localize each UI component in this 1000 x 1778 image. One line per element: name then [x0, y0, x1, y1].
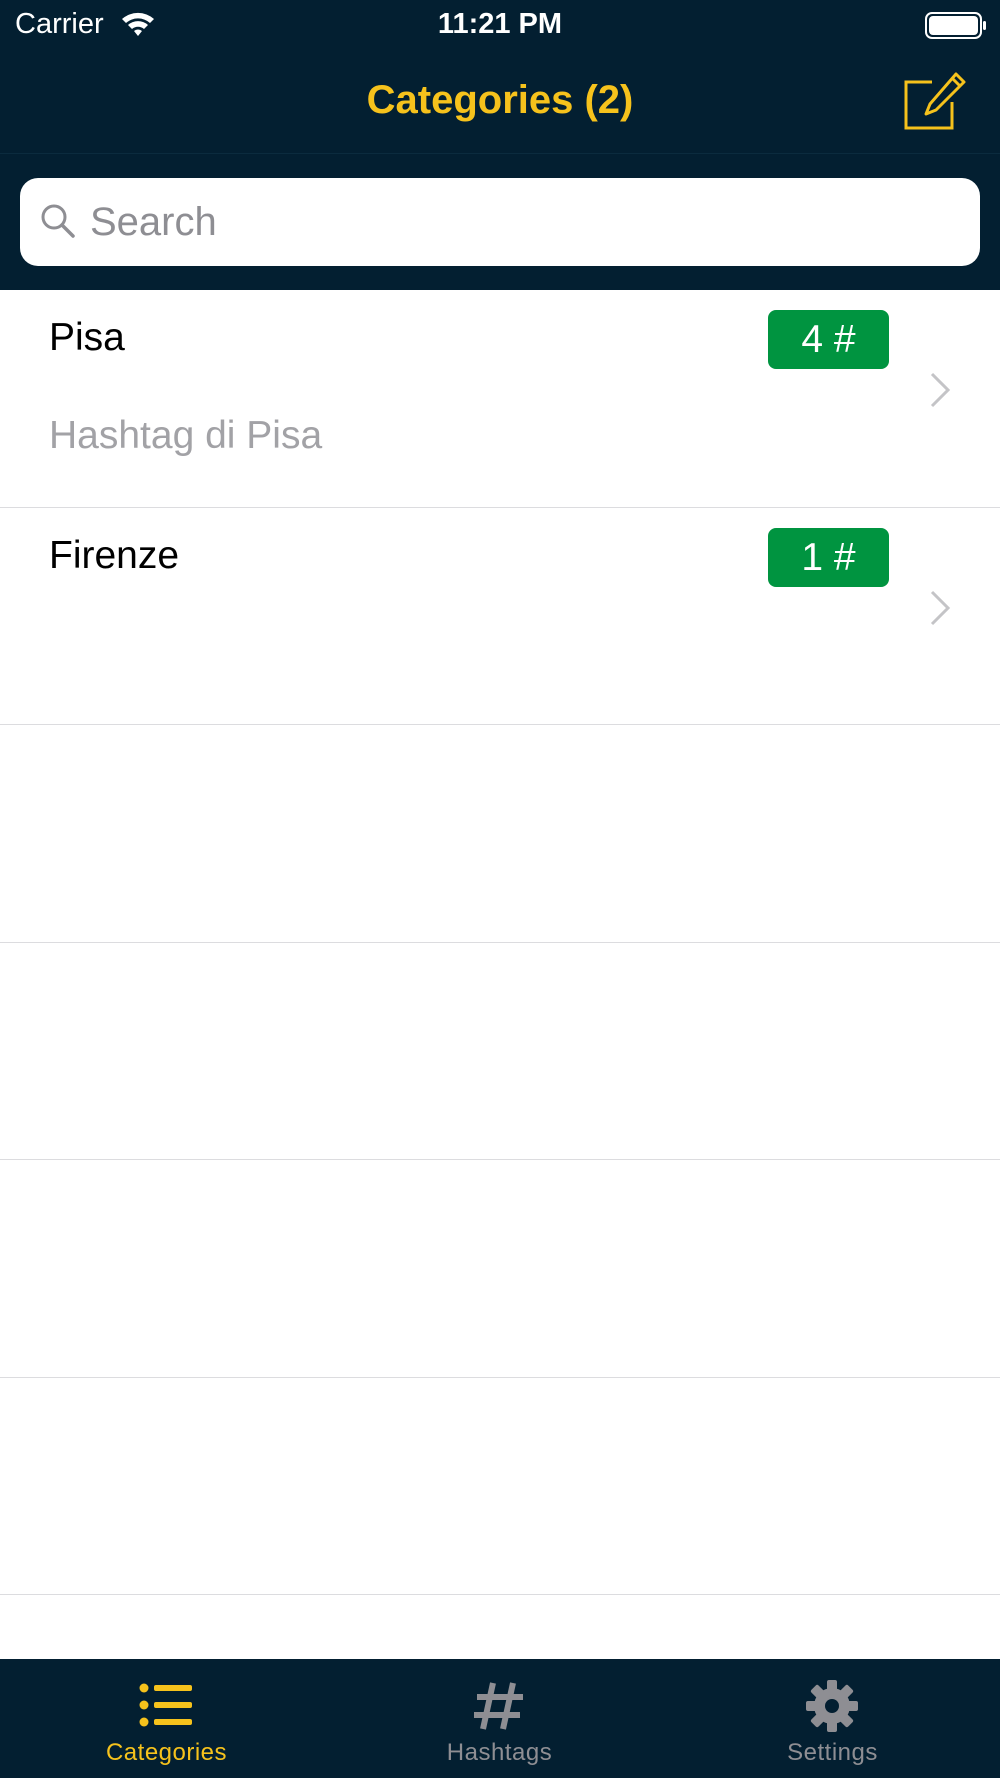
tab-hashtags[interactable]: Hashtags [333, 1659, 666, 1778]
category-description: Hashtag di Pisa [49, 414, 323, 457]
tab-label: Hashtags [446, 1739, 553, 1766]
empty-row [0, 1377, 1000, 1595]
hashtag-count-badge: 4 # [768, 310, 889, 369]
tab-settings[interactable]: Settings [666, 1659, 999, 1778]
search-input[interactable] [90, 178, 960, 266]
search-field[interactable] [20, 178, 980, 266]
empty-row [0, 725, 1000, 943]
empty-row [0, 942, 1000, 1160]
category-name: Firenze [49, 533, 180, 577]
category-list: Pisa Hashtag di Pisa 4 # Firenze 1 # [0, 290, 1000, 1595]
category-row-firenze[interactable]: Firenze 1 # [0, 507, 1000, 725]
navigation-bar: Categories (2) [0, 50, 1000, 154]
tab-label: Settings [787, 1739, 878, 1766]
category-name: Pisa [49, 316, 125, 359]
status-bar: Carrier 11:21 PM [0, 0, 1000, 50]
page-title: Categories (2) [366, 78, 634, 122]
chevron-right-icon [930, 372, 951, 408]
battery-icon [925, 12, 986, 39]
compose-button[interactable] [900, 68, 970, 138]
search-icon [41, 204, 75, 238]
hashtag-count-badge: 1 # [768, 527, 889, 587]
hashtag-icon [474, 1682, 523, 1730]
compose-icon [904, 72, 966, 130]
chevron-right-icon [930, 590, 951, 625]
tab-bar: Categories Hashtags Settings [0, 1659, 1000, 1778]
list-icon [139, 1683, 192, 1727]
status-time: 11:21 PM [437, 8, 563, 40]
empty-row [0, 1160, 1000, 1378]
tab-label: Categories [105, 1739, 228, 1766]
search-bar [0, 154, 1000, 290]
tab-categories[interactable]: Categories [0, 1659, 333, 1778]
category-row-pisa[interactable]: Pisa Hashtag di Pisa 4 # [0, 290, 1000, 508]
gear-icon [806, 1680, 858, 1732]
